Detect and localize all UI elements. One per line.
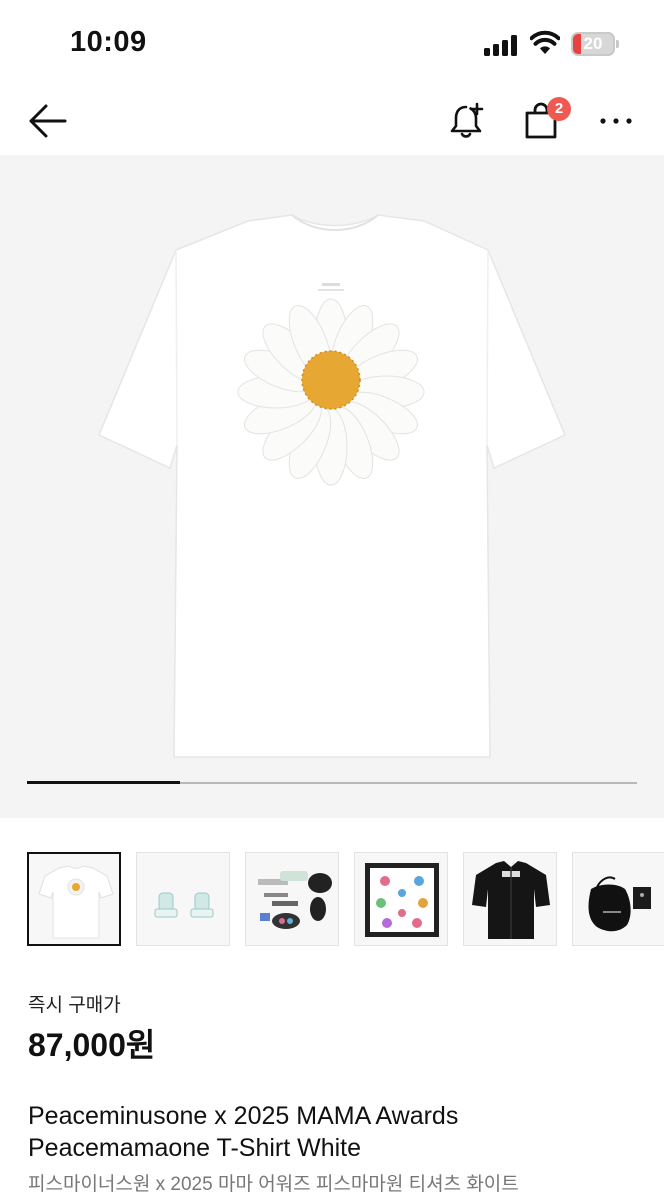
tshirt-thumbnail-image (38, 865, 114, 939)
cart-count-badge: 2 (547, 97, 571, 121)
bandana-thumbnail-image (365, 863, 439, 937)
gallery-progress-fill (27, 781, 180, 784)
status-time: 10:09 (70, 26, 147, 58)
gallery-progress-track (27, 781, 637, 784)
product-title-english: Peaceminusone x 2025 MAMA Awards Peacema… (28, 1100, 648, 1164)
battery-level-text: 20 (583, 34, 603, 53)
status-bar: 10:09 20 (0, 0, 664, 88)
product-price: 87,000원 (28, 1027, 156, 1063)
thumbnail-tshirt[interactable] (27, 852, 121, 946)
notification-add-button[interactable] (440, 88, 494, 154)
thumbnail-robe[interactable] (463, 852, 557, 946)
thumbnail-bandana[interactable] (354, 852, 448, 946)
back-button[interactable] (22, 88, 72, 154)
pouch-thumbnail-image (588, 876, 651, 932)
top-navigation: 2 (0, 88, 664, 154)
battery-nub (616, 40, 619, 48)
product-title-korean: 피스마이너스원 x 2025 마마 어워즈 피스마마원 티셔츠 화이트 (28, 1174, 519, 1195)
thumbnail-clips[interactable] (136, 852, 230, 946)
robe-thumbnail-image (472, 861, 550, 939)
product-title-line-1: Peaceminusone x 2025 MAMA Awards (28, 1102, 459, 1130)
product-main-image (98, 214, 566, 758)
more-options-button[interactable] (592, 88, 640, 154)
battery-icon: 20 (571, 32, 615, 56)
product-image-gallery[interactable] (0, 155, 664, 818)
stickers-thumbnail-image (258, 871, 332, 929)
thumbnail-pouch[interactable] (572, 852, 664, 946)
bell-plus-icon (450, 102, 484, 138)
thumbnail-strip (27, 852, 664, 948)
wifi-icon (530, 30, 560, 54)
arrow-left-icon (29, 104, 67, 138)
instant-buy-price-label: 즉시 구매가 (28, 995, 121, 1016)
more-horizontal-icon (600, 118, 632, 124)
clips-thumbnail-image (154, 892, 214, 918)
thumbnail-stickers[interactable] (245, 852, 339, 946)
cart-button[interactable]: 2 (514, 88, 574, 154)
cellular-signal-icon (484, 34, 520, 56)
product-title-line-2: Peacemamaone T-Shirt White (28, 1134, 362, 1162)
